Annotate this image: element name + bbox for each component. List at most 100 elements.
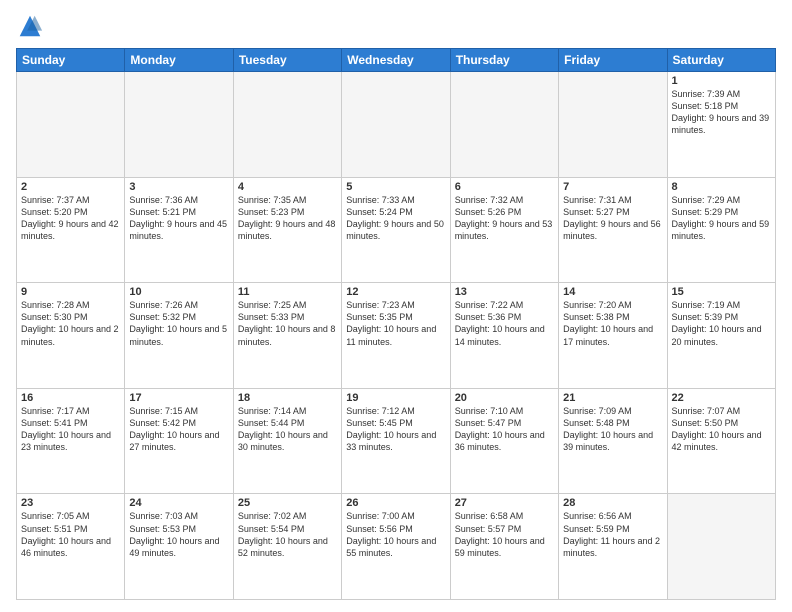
day-cell: 3Sunrise: 7:36 AM Sunset: 5:21 PM Daylig… (125, 177, 233, 283)
day-number: 19 (346, 392, 445, 404)
day-number: 14 (563, 286, 662, 298)
page: SundayMondayTuesdayWednesdayThursdayFrid… (0, 0, 792, 612)
day-cell: 24Sunrise: 7:03 AM Sunset: 5:53 PM Dayli… (125, 494, 233, 600)
day-info: Sunrise: 7:17 AM Sunset: 5:41 PM Dayligh… (21, 405, 120, 454)
day-cell (17, 72, 125, 178)
day-number: 13 (455, 286, 554, 298)
logo-icon (16, 12, 44, 40)
day-info: Sunrise: 7:25 AM Sunset: 5:33 PM Dayligh… (238, 299, 337, 348)
day-info: Sunrise: 7:26 AM Sunset: 5:32 PM Dayligh… (129, 299, 228, 348)
day-info: Sunrise: 7:33 AM Sunset: 5:24 PM Dayligh… (346, 194, 445, 243)
day-number: 16 (21, 392, 120, 404)
day-number: 8 (672, 181, 771, 193)
day-number: 7 (563, 181, 662, 193)
day-number: 15 (672, 286, 771, 298)
day-cell: 15Sunrise: 7:19 AM Sunset: 5:39 PM Dayli… (667, 283, 775, 389)
weekday-thursday: Thursday (450, 49, 558, 72)
weekday-saturday: Saturday (667, 49, 775, 72)
day-info: Sunrise: 7:35 AM Sunset: 5:23 PM Dayligh… (238, 194, 337, 243)
day-cell: 8Sunrise: 7:29 AM Sunset: 5:29 PM Daylig… (667, 177, 775, 283)
day-cell: 11Sunrise: 7:25 AM Sunset: 5:33 PM Dayli… (233, 283, 341, 389)
day-info: Sunrise: 6:56 AM Sunset: 5:59 PM Dayligh… (563, 510, 662, 559)
day-cell: 10Sunrise: 7:26 AM Sunset: 5:32 PM Dayli… (125, 283, 233, 389)
day-number: 9 (21, 286, 120, 298)
day-info: Sunrise: 7:15 AM Sunset: 5:42 PM Dayligh… (129, 405, 228, 454)
weekday-sunday: Sunday (17, 49, 125, 72)
weekday-tuesday: Tuesday (233, 49, 341, 72)
day-cell: 19Sunrise: 7:12 AM Sunset: 5:45 PM Dayli… (342, 388, 450, 494)
day-info: Sunrise: 7:14 AM Sunset: 5:44 PM Dayligh… (238, 405, 337, 454)
day-number: 20 (455, 392, 554, 404)
day-number: 24 (129, 497, 228, 509)
day-info: Sunrise: 7:39 AM Sunset: 5:18 PM Dayligh… (672, 88, 771, 137)
day-number: 4 (238, 181, 337, 193)
day-cell: 28Sunrise: 6:56 AM Sunset: 5:59 PM Dayli… (559, 494, 667, 600)
weekday-friday: Friday (559, 49, 667, 72)
day-cell: 27Sunrise: 6:58 AM Sunset: 5:57 PM Dayli… (450, 494, 558, 600)
day-info: Sunrise: 7:23 AM Sunset: 5:35 PM Dayligh… (346, 299, 445, 348)
day-number: 3 (129, 181, 228, 193)
day-number: 12 (346, 286, 445, 298)
day-info: Sunrise: 7:07 AM Sunset: 5:50 PM Dayligh… (672, 405, 771, 454)
day-cell: 7Sunrise: 7:31 AM Sunset: 5:27 PM Daylig… (559, 177, 667, 283)
day-number: 28 (563, 497, 662, 509)
day-info: Sunrise: 7:10 AM Sunset: 5:47 PM Dayligh… (455, 405, 554, 454)
day-number: 22 (672, 392, 771, 404)
day-cell: 26Sunrise: 7:00 AM Sunset: 5:56 PM Dayli… (342, 494, 450, 600)
week-row-3: 9Sunrise: 7:28 AM Sunset: 5:30 PM Daylig… (17, 283, 776, 389)
day-info: Sunrise: 7:28 AM Sunset: 5:30 PM Dayligh… (21, 299, 120, 348)
day-info: Sunrise: 7:02 AM Sunset: 5:54 PM Dayligh… (238, 510, 337, 559)
day-info: Sunrise: 7:12 AM Sunset: 5:45 PM Dayligh… (346, 405, 445, 454)
day-number: 25 (238, 497, 337, 509)
day-number: 21 (563, 392, 662, 404)
day-info: Sunrise: 7:32 AM Sunset: 5:26 PM Dayligh… (455, 194, 554, 243)
day-cell: 22Sunrise: 7:07 AM Sunset: 5:50 PM Dayli… (667, 388, 775, 494)
day-cell (559, 72, 667, 178)
day-cell (342, 72, 450, 178)
weekday-header-row: SundayMondayTuesdayWednesdayThursdayFrid… (17, 49, 776, 72)
day-cell: 18Sunrise: 7:14 AM Sunset: 5:44 PM Dayli… (233, 388, 341, 494)
calendar-table: SundayMondayTuesdayWednesdayThursdayFrid… (16, 48, 776, 600)
day-cell: 9Sunrise: 7:28 AM Sunset: 5:30 PM Daylig… (17, 283, 125, 389)
day-number: 27 (455, 497, 554, 509)
day-number: 6 (455, 181, 554, 193)
day-info: Sunrise: 7:05 AM Sunset: 5:51 PM Dayligh… (21, 510, 120, 559)
day-number: 26 (346, 497, 445, 509)
day-info: Sunrise: 7:09 AM Sunset: 5:48 PM Dayligh… (563, 405, 662, 454)
day-number: 11 (238, 286, 337, 298)
day-cell: 14Sunrise: 7:20 AM Sunset: 5:38 PM Dayli… (559, 283, 667, 389)
day-number: 23 (21, 497, 120, 509)
day-cell (233, 72, 341, 178)
day-info: Sunrise: 7:19 AM Sunset: 5:39 PM Dayligh… (672, 299, 771, 348)
day-number: 2 (21, 181, 120, 193)
week-row-4: 16Sunrise: 7:17 AM Sunset: 5:41 PM Dayli… (17, 388, 776, 494)
day-cell (450, 72, 558, 178)
day-cell: 13Sunrise: 7:22 AM Sunset: 5:36 PM Dayli… (450, 283, 558, 389)
day-info: Sunrise: 6:58 AM Sunset: 5:57 PM Dayligh… (455, 510, 554, 559)
week-row-2: 2Sunrise: 7:37 AM Sunset: 5:20 PM Daylig… (17, 177, 776, 283)
day-info: Sunrise: 7:36 AM Sunset: 5:21 PM Dayligh… (129, 194, 228, 243)
day-cell: 4Sunrise: 7:35 AM Sunset: 5:23 PM Daylig… (233, 177, 341, 283)
day-cell: 21Sunrise: 7:09 AM Sunset: 5:48 PM Dayli… (559, 388, 667, 494)
day-info: Sunrise: 7:00 AM Sunset: 5:56 PM Dayligh… (346, 510, 445, 559)
day-cell: 20Sunrise: 7:10 AM Sunset: 5:47 PM Dayli… (450, 388, 558, 494)
day-cell: 5Sunrise: 7:33 AM Sunset: 5:24 PM Daylig… (342, 177, 450, 283)
day-cell (125, 72, 233, 178)
day-cell: 2Sunrise: 7:37 AM Sunset: 5:20 PM Daylig… (17, 177, 125, 283)
day-cell: 6Sunrise: 7:32 AM Sunset: 5:26 PM Daylig… (450, 177, 558, 283)
week-row-1: 1Sunrise: 7:39 AM Sunset: 5:18 PM Daylig… (17, 72, 776, 178)
header (16, 12, 776, 40)
day-cell: 12Sunrise: 7:23 AM Sunset: 5:35 PM Dayli… (342, 283, 450, 389)
day-info: Sunrise: 7:03 AM Sunset: 5:53 PM Dayligh… (129, 510, 228, 559)
day-number: 1 (672, 75, 771, 87)
logo (16, 12, 48, 40)
day-number: 17 (129, 392, 228, 404)
day-number: 18 (238, 392, 337, 404)
day-info: Sunrise: 7:31 AM Sunset: 5:27 PM Dayligh… (563, 194, 662, 243)
day-number: 10 (129, 286, 228, 298)
day-info: Sunrise: 7:37 AM Sunset: 5:20 PM Dayligh… (21, 194, 120, 243)
week-row-5: 23Sunrise: 7:05 AM Sunset: 5:51 PM Dayli… (17, 494, 776, 600)
day-info: Sunrise: 7:29 AM Sunset: 5:29 PM Dayligh… (672, 194, 771, 243)
day-info: Sunrise: 7:22 AM Sunset: 5:36 PM Dayligh… (455, 299, 554, 348)
day-cell: 25Sunrise: 7:02 AM Sunset: 5:54 PM Dayli… (233, 494, 341, 600)
